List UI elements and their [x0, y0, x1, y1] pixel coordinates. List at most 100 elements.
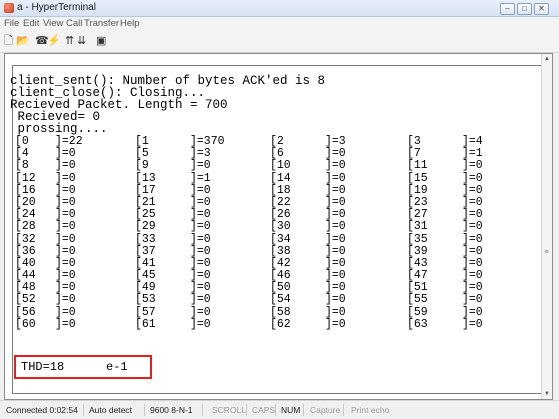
register-value: ]=0 [462, 293, 483, 307]
register-value: ]=0 [55, 244, 76, 258]
register-value: ]=0 [55, 208, 76, 222]
register-index: [28 [15, 220, 36, 234]
register-index: [35 [407, 232, 428, 246]
menu-file[interactable]: File [4, 18, 19, 29]
register-index: [15 [407, 171, 428, 185]
register-index: [54 [270, 293, 291, 307]
register-value: ]=4 [462, 135, 483, 148]
hyperterminal-app-icon [4, 3, 14, 13]
register-index: [23 [407, 195, 428, 209]
register-value: ]=0 [190, 256, 211, 270]
register-index: [49 [135, 281, 156, 295]
register-index: [46 [270, 269, 291, 283]
register-index: [18 [270, 183, 291, 197]
register-index: [21 [135, 195, 156, 209]
register-value: ]=0 [190, 305, 211, 319]
toolbar: 🗋 📂 ☎ ⚡ ⇈ ⇊ ▣ [0, 32, 559, 53]
register-index: [61 [135, 317, 156, 331]
scroll-thumb[interactable]: ≡ [543, 249, 550, 257]
register-value: ]=0 [55, 171, 76, 185]
register-index: [58 [270, 305, 291, 319]
register-index: [17 [135, 183, 156, 197]
register-index: [2 [270, 135, 284, 148]
status-divider [202, 404, 203, 416]
register-value: ]=0 [55, 269, 76, 283]
register-index: [25 [135, 208, 156, 222]
register-value: ]=0 [190, 159, 211, 173]
register-value: ]=0 [462, 317, 483, 331]
send-icon[interactable]: ⇈ [65, 35, 74, 48]
register-value: ]=0 [325, 293, 346, 307]
register-value: ]=0 [55, 305, 76, 319]
status-num: NUM [281, 405, 301, 415]
scroll-down-icon[interactable]: ▼ [543, 390, 551, 398]
properties-icon[interactable]: ▣ [96, 35, 106, 48]
status-detect: Auto detect [89, 405, 133, 415]
register-value: ]=0 [462, 159, 483, 173]
close-button[interactable]: ✕ [534, 3, 549, 15]
register-value: ]=3 [190, 147, 211, 161]
minimize-button[interactable]: ‒ [500, 3, 515, 15]
menu-help[interactable]: Help [120, 18, 140, 29]
status-divider [83, 404, 84, 416]
status-divider [246, 404, 247, 416]
receive-icon[interactable]: ⇊ [77, 35, 86, 48]
register-index: [42 [270, 256, 291, 270]
open-icon[interactable]: 📂 [16, 35, 30, 48]
register-value: ]=0 [55, 256, 76, 270]
register-value: ]=0 [462, 171, 483, 185]
register-index: [8 [15, 159, 29, 173]
register-value: ]=0 [325, 208, 346, 222]
register-index: [53 [135, 293, 156, 307]
status-divider [343, 404, 344, 416]
register-value: ]=0 [190, 208, 211, 222]
register-index: [26 [270, 208, 291, 222]
register-index: [19 [407, 183, 428, 197]
register-value: ]=0 [462, 256, 483, 270]
register-index: [1 [135, 135, 149, 148]
menu-view[interactable]: View [43, 18, 63, 29]
menu-transfer[interactable]: Transfer [84, 18, 119, 29]
register-index: [27 [407, 208, 428, 222]
register-value: ]=370 [190, 135, 225, 148]
register-index: [34 [270, 232, 291, 246]
register-value: ]=0 [325, 281, 346, 295]
status-scroll: SCROLL [212, 405, 247, 415]
maximize-button[interactable]: □ [517, 3, 532, 15]
register-index: [31 [407, 220, 428, 234]
register-index: [11 [407, 159, 428, 173]
register-value: ]=22 [55, 135, 83, 148]
new-icon[interactable]: 🗋 [4, 35, 13, 48]
register-value: ]=0 [325, 183, 346, 197]
menu-call[interactable]: Call [66, 18, 82, 29]
register-value: ]=0 [462, 269, 483, 283]
register-index: [29 [135, 220, 156, 234]
scroll-up-icon[interactable]: ▲ [543, 55, 551, 63]
register-value: ]=0 [55, 183, 76, 197]
register-value: ]=0 [325, 159, 346, 173]
register-index: [20 [15, 195, 36, 209]
register-value: ]=0 [325, 171, 346, 185]
register-index: [63 [407, 317, 428, 331]
terminal-line: prossing.... [10, 122, 108, 136]
register-value: ]=0 [325, 232, 346, 246]
register-value: ]=0 [190, 281, 211, 295]
register-value: ]=0 [462, 195, 483, 209]
register-value: ]=0 [325, 269, 346, 283]
vertical-scrollbar[interactable]: ▲ ≡ ▼ [541, 54, 552, 399]
register-value: ]=0 [462, 183, 483, 197]
status-divider [303, 404, 304, 416]
register-index: [43 [407, 256, 428, 270]
register-index: [10 [270, 159, 291, 173]
register-value: ]=0 [325, 147, 346, 161]
status-print-echo: Print echo [351, 405, 390, 415]
register-index: [51 [407, 281, 428, 295]
register-index: [55 [407, 293, 428, 307]
register-index: [56 [15, 305, 36, 319]
register-value: ]=0 [55, 232, 76, 246]
register-index: [3 [407, 135, 421, 148]
thd-unit: e-1 [106, 360, 128, 374]
status-connected: Connected 0:02:54 [6, 405, 78, 415]
menu-edit[interactable]: Edit [23, 18, 39, 29]
disconnect-icon[interactable]: ⚡ [47, 35, 61, 48]
